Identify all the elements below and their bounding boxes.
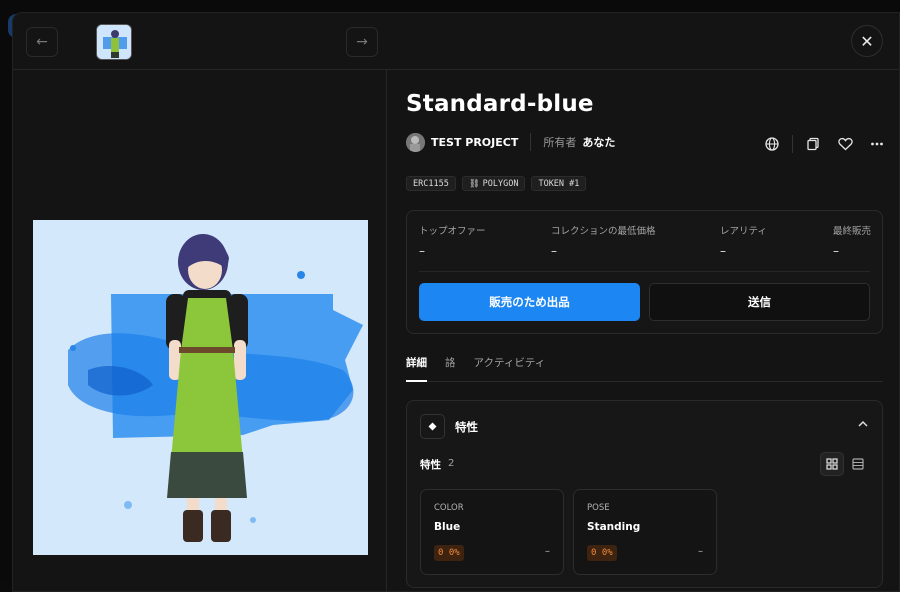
divider — [530, 133, 532, 151]
trait-floor-price: – — [545, 546, 550, 557]
trait-floor-price: – — [698, 546, 703, 557]
traits-section-icon — [420, 414, 445, 439]
top-offer-label: トップオファー — [419, 226, 486, 237]
previous-item-button[interactable]: ← — [26, 27, 58, 57]
trait-type: POSE — [587, 503, 610, 513]
trait-card[interactable]: COLOR Blue 0 0% – — [420, 489, 564, 575]
rarity-value: – — [720, 244, 726, 258]
owner-label: 所有者 — [543, 136, 577, 149]
copy-icon — [807, 137, 819, 151]
chevron-up-icon — [858, 420, 868, 427]
creator-avatar[interactable] — [406, 132, 425, 152]
traits-sub-label: 特性 — [420, 459, 441, 471]
send-button[interactable]: 送信 — [649, 283, 870, 321]
floor-price-value: – — [551, 244, 557, 258]
list-for-sale-button[interactable]: 販売のため出品 — [419, 283, 640, 321]
item-thumbnail[interactable] — [96, 24, 132, 60]
next-item-button[interactable]: → — [346, 27, 378, 57]
diamond-icon — [428, 422, 437, 431]
trait-rarity: 0 0% — [434, 545, 464, 561]
item-actions — [756, 133, 893, 155]
globe-icon — [765, 137, 779, 151]
list-icon — [852, 458, 864, 470]
detail-tabs: 詳細 詻 アクティビティ — [406, 355, 883, 382]
owner-value-link[interactable]: あなた — [582, 134, 615, 150]
details-pane: Standard-blue TEST PROJECT 所有者 あなた ERC11… — [387, 70, 899, 591]
grid-view-button[interactable] — [820, 452, 844, 476]
collapse-button[interactable] — [858, 417, 868, 430]
top-offer-value: – — [419, 244, 425, 258]
tab-second[interactable]: 詻 — [445, 355, 456, 382]
trait-card[interactable]: POSE Standing 0 0% – — [573, 489, 717, 575]
list-view-button[interactable] — [846, 452, 870, 476]
trait-value: Blue — [434, 521, 461, 533]
tab-activity[interactable]: アクティビティ — [474, 355, 546, 382]
website-button[interactable] — [756, 133, 788, 155]
avatar-image-icon — [406, 132, 425, 152]
actions-divider — [792, 135, 793, 153]
creator-owner-row: TEST PROJECT 所有者 あなた — [406, 132, 615, 152]
creator-name-link[interactable]: TEST PROJECT — [431, 136, 518, 149]
badge-token-id[interactable]: TOKEN #1 — [531, 176, 587, 191]
floor-price-label: コレクションの最低価格 — [551, 226, 656, 237]
item-modal: ← → ✕ Standard-blue TEST PROJECT 所有者 あなた… — [12, 12, 900, 592]
arrow-right-icon: → — [356, 34, 368, 50]
thumbnail-art-icon — [97, 25, 131, 59]
rarity-label: レアリティ — [720, 226, 767, 237]
last-sale-value: – — [833, 244, 839, 258]
price-stats-card: トップオファー – コレクションの最低価格 – レアリティ – 最終販売 – 販… — [406, 210, 883, 334]
stats-divider — [419, 271, 870, 272]
badge-chain[interactable]: ⛓ POLYGON — [461, 176, 526, 191]
item-title: Standard-blue — [406, 91, 594, 117]
last-sale-label: 最終販売 — [833, 226, 872, 237]
artwork-illustration — [33, 220, 368, 555]
token-badges: ERC1155 ⛓ POLYGON TOKEN #1 — [406, 176, 587, 191]
link-icon: ⛓ — [468, 178, 480, 189]
modal-topbar: ← → ✕ — [13, 13, 899, 70]
more-horizontal-icon — [871, 142, 883, 146]
media-pane — [13, 70, 387, 591]
more-options-button[interactable] — [861, 133, 893, 155]
copy-button[interactable] — [797, 133, 829, 155]
trait-rarity: 0 0% — [587, 545, 617, 561]
tab-details[interactable]: 詳細 — [406, 355, 427, 382]
traits-section-title[interactable]: 特性 — [455, 419, 478, 435]
traits-count: 2 — [448, 458, 455, 469]
arrow-left-icon: ← — [36, 34, 48, 50]
trait-type: COLOR — [434, 503, 464, 513]
trait-value: Standing — [587, 521, 641, 533]
badge-standard[interactable]: ERC1155 — [406, 176, 456, 191]
close-icon: ✕ — [860, 31, 874, 51]
heart-icon — [837, 137, 853, 151]
close-button[interactable]: ✕ — [851, 25, 883, 57]
grid-icon — [826, 458, 838, 470]
nft-artwork[interactable] — [33, 220, 368, 555]
traits-section: 特性 特性 2 COLOR Blue 0 0% – POSE Standing … — [406, 400, 883, 588]
favorite-button[interactable] — [829, 133, 861, 155]
